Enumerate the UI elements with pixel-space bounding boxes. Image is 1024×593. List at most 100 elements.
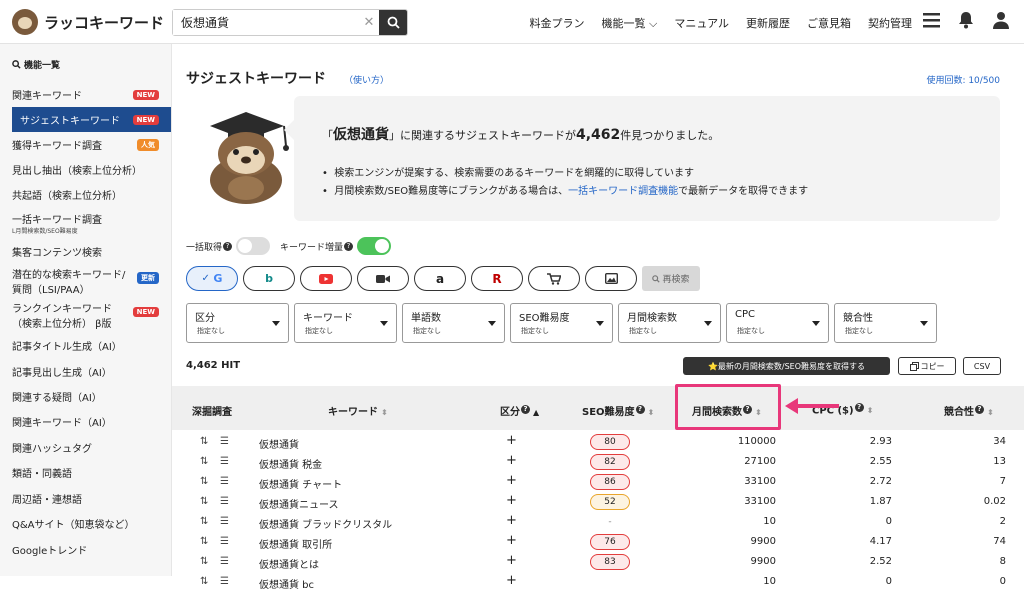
- keyword-cell[interactable]: 仮想通貨: [259, 436, 299, 451]
- table-row[interactable]: ⇅ ☰ 仮想通貨 ブラッドクリスタル + - 10 0 2: [172, 513, 1024, 533]
- sidebar-item-bulk-keyword[interactable]: 一括キーワード調査 L月間検索数/SEO難易度: [0, 207, 171, 239]
- add-icon[interactable]: +: [506, 453, 517, 468]
- bulk-fetch-toggle[interactable]: [236, 237, 271, 255]
- filter-monthly-volume[interactable]: 月間検索数 指定なし: [618, 303, 721, 343]
- add-icon[interactable]: +: [506, 433, 517, 448]
- list-icon[interactable]: ☰: [220, 536, 229, 547]
- sidebar-item-cooccurrence[interactable]: 共起語（検索上位分析）: [0, 182, 171, 207]
- clear-icon[interactable]: ✕: [359, 10, 379, 35]
- deep-dive-icon[interactable]: ⇅: [200, 556, 208, 567]
- col-category[interactable]: 区分? ▲: [500, 403, 539, 418]
- sidebar-item-suggest-keywords[interactable]: サジェストキーワード NEW: [12, 107, 171, 132]
- add-icon[interactable]: +: [506, 553, 517, 568]
- menu-icon[interactable]: [923, 12, 940, 28]
- sidebar-item-related-ai[interactable]: 関連キーワード（AI）: [0, 409, 171, 434]
- engine-youtube[interactable]: [300, 266, 352, 291]
- filter-word-count[interactable]: 単語数 指定なし: [402, 303, 505, 343]
- filter-keyword[interactable]: キーワード 指定なし: [294, 303, 397, 343]
- keyword-cell[interactable]: 仮想通貨ニュース: [259, 496, 339, 511]
- sidebar-item-lsi-paa[interactable]: 潜在的な検索キーワード/質問（LSI/PAA） 更新: [0, 264, 171, 298]
- bell-icon[interactable]: [958, 11, 974, 29]
- deep-dive-icon[interactable]: ⇅: [200, 536, 208, 547]
- sidebar-item-rankin-keywords[interactable]: ランクインキーワード （検索上位分析） β版 NEW: [0, 298, 171, 332]
- engine-video[interactable]: [357, 266, 409, 291]
- list-icon[interactable]: ☰: [220, 516, 229, 527]
- sidebar-item-heading-extract[interactable]: 見出し抽出（検索上位分析）: [0, 157, 171, 182]
- search-button[interactable]: [379, 10, 407, 35]
- keyword-boost-toggle[interactable]: [357, 237, 392, 255]
- help-icon[interactable]: ?: [223, 241, 233, 251]
- deep-dive-icon[interactable]: ⇅: [200, 576, 208, 587]
- sidebar-item-related-keywords[interactable]: 関連キーワード NEW: [0, 82, 171, 107]
- add-icon[interactable]: +: [506, 573, 517, 588]
- list-icon[interactable]: ☰: [220, 576, 229, 587]
- nav-changelog[interactable]: 更新履歴: [746, 15, 790, 31]
- filter-category[interactable]: 区分 指定なし: [186, 303, 289, 343]
- deep-dive-icon[interactable]: ⇅: [200, 456, 208, 467]
- sidebar-item-qa-sites[interactable]: Q&Aサイト（知恵袋など）: [0, 511, 171, 536]
- sidebar-item-associations[interactable]: 周辺語・連想語: [0, 485, 171, 511]
- add-icon[interactable]: +: [506, 493, 517, 508]
- deep-dive-icon[interactable]: ⇅: [200, 496, 208, 507]
- nav-features[interactable]: 機能一覧 ⌵: [601, 15, 657, 31]
- table-row[interactable]: ⇅ ☰ 仮想通貨とは +83 9900 2.52 8: [172, 553, 1024, 573]
- search-input[interactable]: [173, 10, 359, 35]
- deep-dive-icon[interactable]: ⇅: [200, 476, 208, 487]
- sidebar-item-heading-ai[interactable]: 記事見出し生成（AI）: [0, 358, 171, 384]
- table-row[interactable]: ⇅ ☰ 仮想通貨 税金 +82 27100 2.55 13: [172, 453, 1024, 473]
- keyword-cell[interactable]: 仮想通貨 bc: [259, 576, 314, 591]
- sidebar-item-title-ai[interactable]: 記事タイトル生成（AI）: [0, 332, 171, 358]
- keyword-cell[interactable]: 仮想通貨 取引所: [259, 536, 332, 551]
- howto-link[interactable]: （使い方）: [344, 73, 389, 86]
- keyword-cell[interactable]: 仮想通貨 税金: [259, 456, 322, 471]
- nav-manual[interactable]: マニュアル: [674, 15, 729, 31]
- engine-google[interactable]: ✓ G: [186, 266, 238, 291]
- research-button[interactable]: 再検索: [642, 266, 700, 291]
- nav-feedback[interactable]: ご意見箱: [807, 15, 851, 31]
- fetch-latest-button[interactable]: ⭐最新の月間検索数/SEO難易度を取得する: [683, 357, 890, 375]
- sidebar-item-synonyms[interactable]: 類語・同義語: [0, 460, 171, 485]
- engine-shopping[interactable]: [528, 266, 580, 291]
- filter-cpc[interactable]: CPC 指定なし: [726, 303, 829, 343]
- keyword-cell[interactable]: 仮想通貨 ブラッドクリスタル: [259, 516, 392, 531]
- add-icon[interactable]: +: [506, 473, 517, 488]
- nav-pricing[interactable]: 料金プラン: [529, 15, 584, 31]
- nav-contract[interactable]: 契約管理: [868, 15, 912, 31]
- deep-dive-icon[interactable]: ⇅: [200, 436, 208, 447]
- table-row[interactable]: ⇅ ☰ 仮想通貨ニュース +52 33100 1.87 0.02: [172, 493, 1024, 513]
- filter-competition[interactable]: 競合性 指定なし: [834, 303, 937, 343]
- engine-rakuten[interactable]: R: [471, 266, 523, 291]
- col-keyword[interactable]: キーワード ⬍: [328, 403, 388, 418]
- sidebar-item-hashtags[interactable]: 関連ハッシュタグ: [0, 434, 171, 460]
- table-row[interactable]: ⇅ ☰ 仮想通貨 bc +10 0 0: [172, 573, 1024, 593]
- engine-bing[interactable]: b: [243, 266, 295, 291]
- list-icon[interactable]: ☰: [220, 476, 229, 487]
- keyword-cell[interactable]: 仮想通貨 チャート: [259, 476, 342, 491]
- table-row[interactable]: ⇅ ☰ 仮想通貨 チャート +86 33100 2.72 7: [172, 473, 1024, 493]
- deep-dive-icon[interactable]: ⇅: [200, 516, 208, 527]
- list-icon[interactable]: ☰: [220, 556, 229, 567]
- add-icon[interactable]: +: [506, 533, 517, 548]
- keyword-cell[interactable]: 仮想通貨とは: [259, 556, 319, 571]
- sidebar-item-questions-ai[interactable]: 関連する疑問（AI）: [0, 384, 171, 409]
- filter-seo-difficulty[interactable]: SEO難易度 指定なし: [510, 303, 613, 343]
- col-competition[interactable]: 競合性? ⬍: [944, 403, 994, 418]
- copy-button[interactable]: コピー: [898, 357, 956, 375]
- logo[interactable]: ラッコキーワード: [12, 9, 164, 35]
- list-icon[interactable]: ☰: [220, 436, 229, 447]
- col-seo-difficulty[interactable]: SEO難易度? ⬍: [582, 403, 654, 418]
- list-icon[interactable]: ☰: [220, 456, 229, 467]
- engine-images[interactable]: [585, 266, 637, 291]
- engine-amazon[interactable]: a: [414, 266, 466, 291]
- list-icon[interactable]: ☰: [220, 496, 229, 507]
- sidebar-item-content-search[interactable]: 集客コンテンツ検索: [0, 239, 171, 264]
- help-icon[interactable]: ?: [344, 241, 354, 251]
- sidebar-item-acquired-keywords[interactable]: 獲得キーワード調査 人気: [0, 132, 171, 157]
- bulk-keyword-link[interactable]: 一括キーワード調査機能: [568, 186, 678, 197]
- table-row[interactable]: ⇅ ☰ 仮想通貨 +80 110000 2.93 34: [172, 433, 1024, 453]
- sidebar-item-google-trends[interactable]: Googleトレンド: [0, 536, 171, 562]
- table-row[interactable]: ⇅ ☰ 仮想通貨 取引所 +76 9900 4.17 74: [172, 533, 1024, 553]
- user-icon[interactable]: [992, 11, 1010, 29]
- csv-button[interactable]: CSV: [963, 357, 1001, 375]
- add-icon[interactable]: +: [506, 513, 517, 528]
